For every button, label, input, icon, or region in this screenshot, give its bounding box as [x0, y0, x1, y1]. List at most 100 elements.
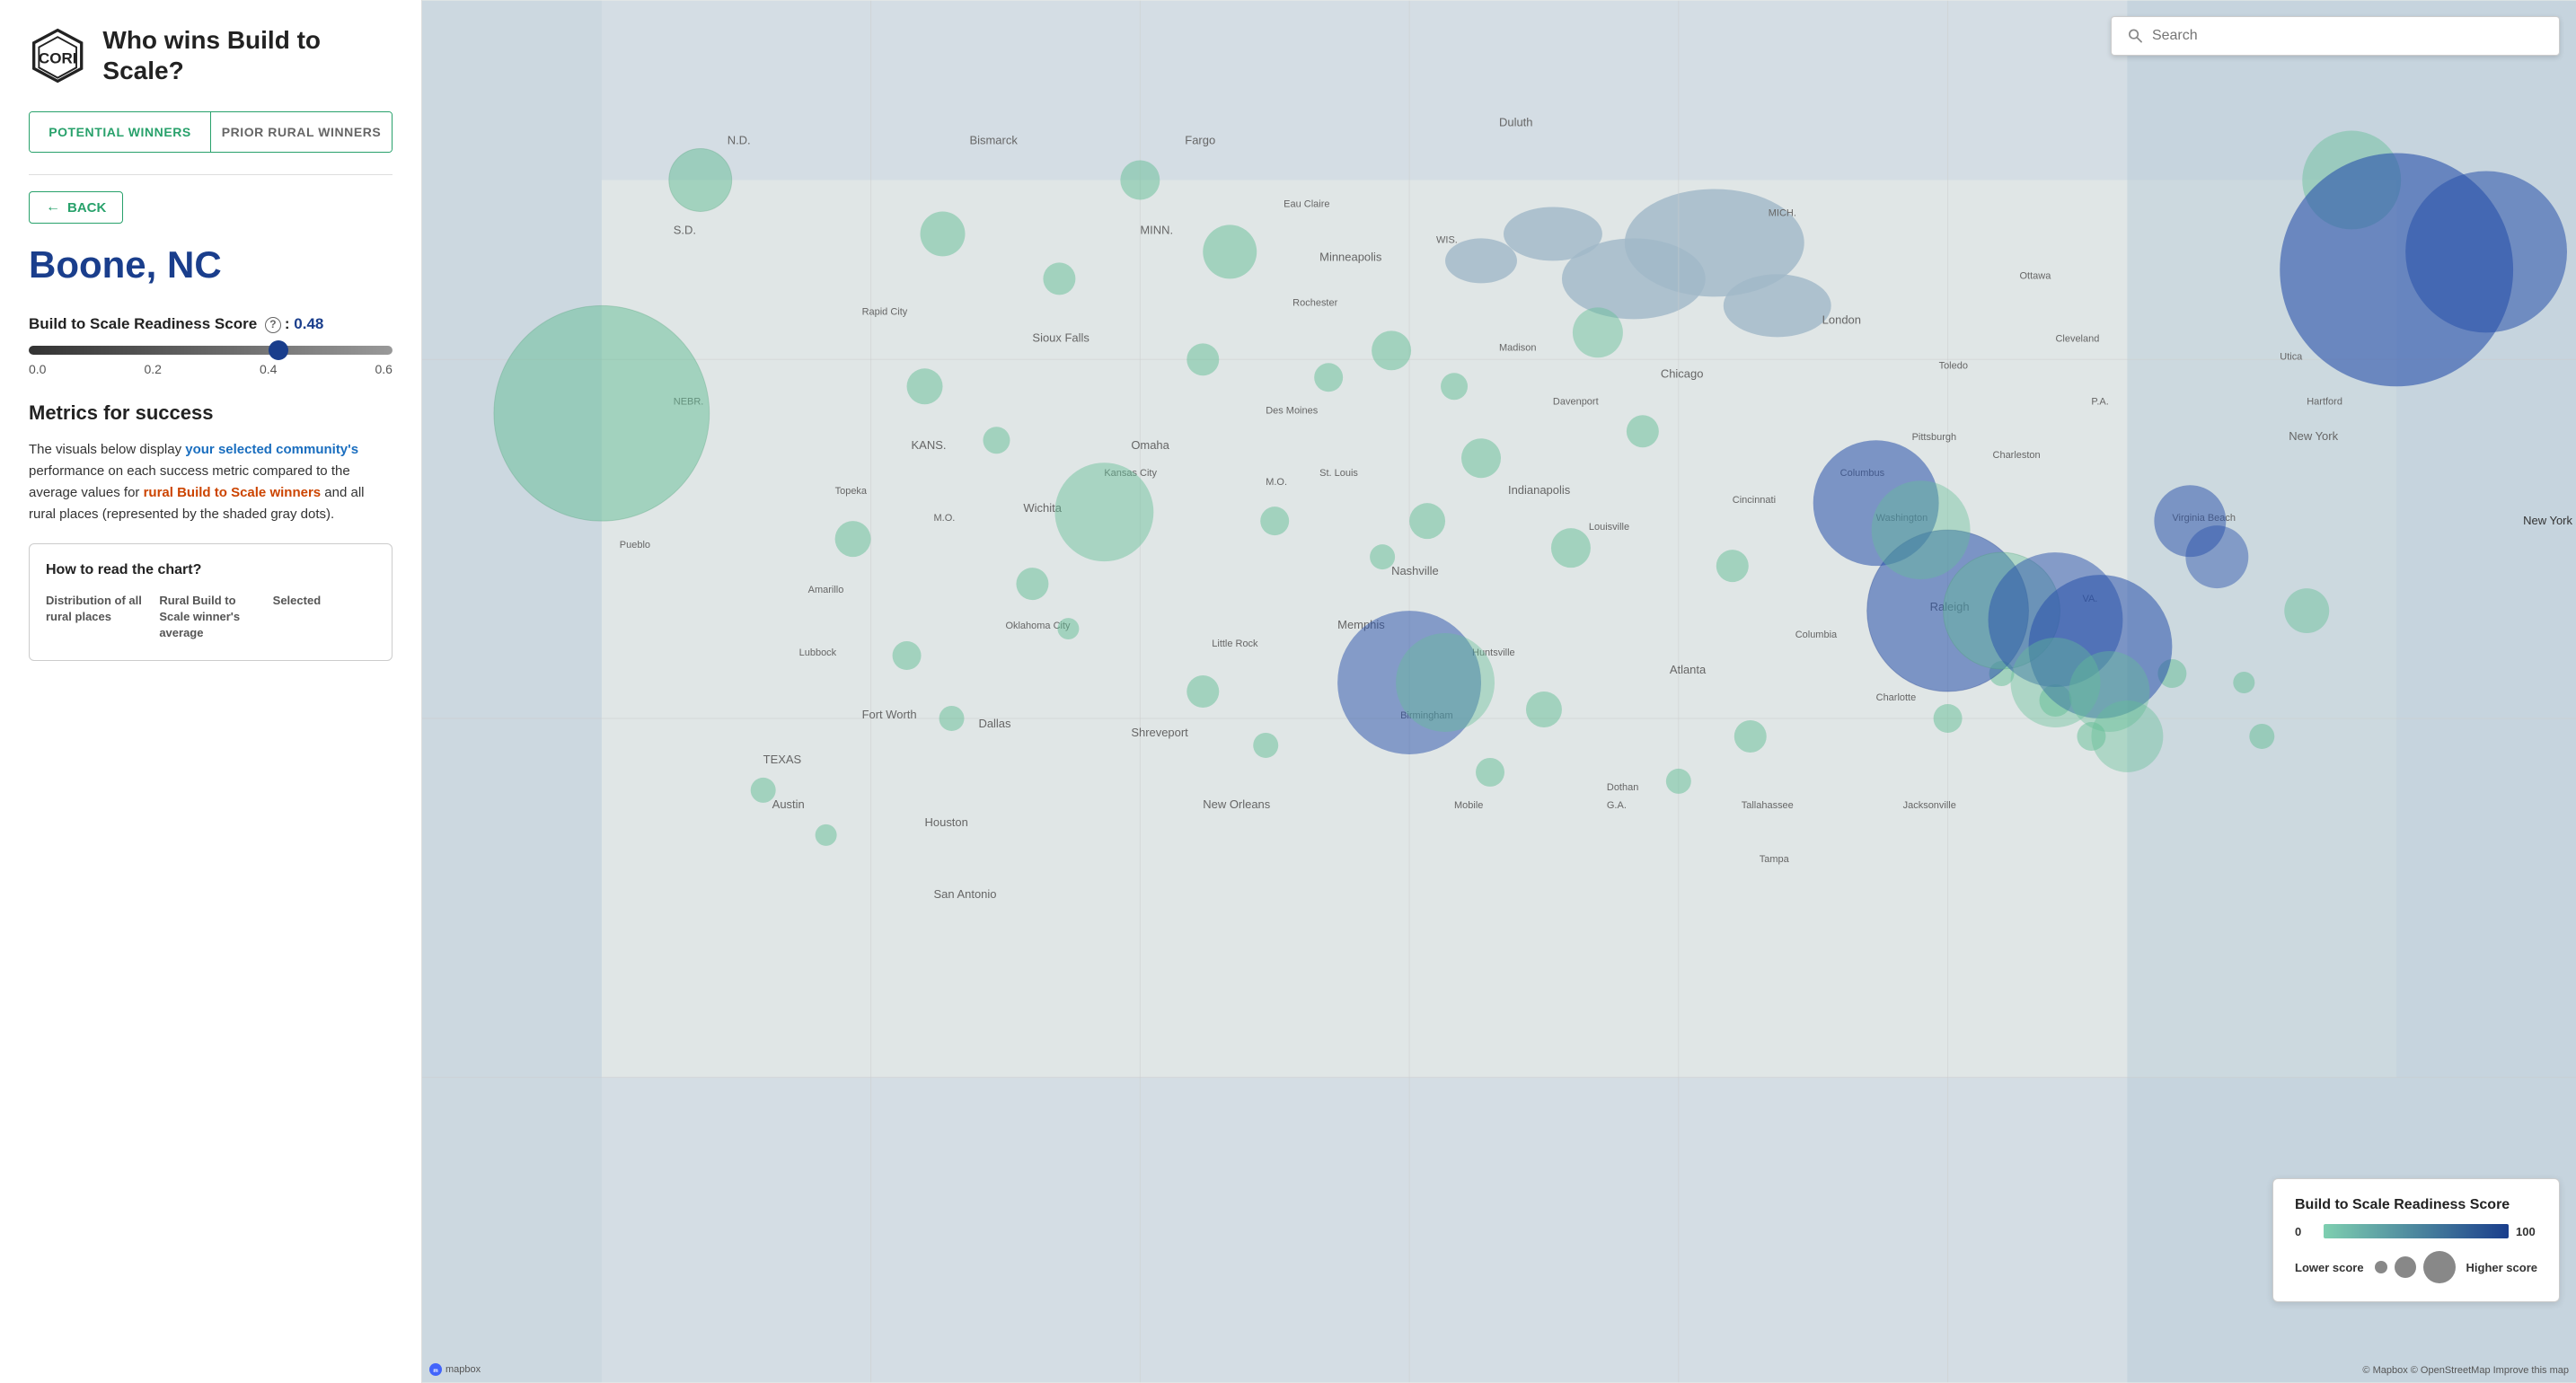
svg-text:Minneapolis: Minneapolis — [1319, 250, 1382, 263]
svg-text:Dallas: Dallas — [978, 717, 1011, 730]
svg-text:S.D.: S.D. — [674, 223, 696, 236]
city-name: Boone, NC — [29, 243, 393, 286]
header-row: CORI Who wins Build to Scale? — [29, 25, 393, 86]
svg-text:London: London — [1822, 313, 1861, 326]
svg-text:Birmingham: Birmingham — [1400, 710, 1453, 721]
svg-text:Memphis: Memphis — [1337, 618, 1385, 631]
tabs-row: POTENTIAL WINNERS PRIOR RURAL WINNERS — [29, 111, 393, 153]
chart-info-col-3: Selected — [273, 593, 375, 642]
legend-dot-large — [2423, 1251, 2456, 1283]
svg-text:Nashville: Nashville — [1391, 564, 1439, 577]
back-label: BACK — [67, 200, 106, 216]
legend-dot-medium — [2395, 1256, 2416, 1278]
svg-text:MINN.: MINN. — [1140, 223, 1173, 236]
svg-text:Chicago: Chicago — [1661, 366, 1704, 380]
svg-text:Rapid City: Rapid City — [862, 306, 908, 317]
legend-size-row: Lower score Higher score — [2295, 1251, 2537, 1283]
new-york-label: New York — [2519, 512, 2576, 529]
search-input[interactable] — [2152, 28, 2543, 44]
app-title: Who wins Build to Scale? — [102, 25, 393, 85]
legend-dots — [2373, 1251, 2457, 1283]
legend-gradient-bar — [2324, 1224, 2509, 1238]
svg-text:VA.: VA. — [2082, 594, 2097, 604]
readiness-slider[interactable] — [29, 346, 393, 355]
back-arrow-icon: ← — [46, 199, 60, 216]
slider-thumb — [269, 340, 288, 360]
svg-text:Pueblo: Pueblo — [620, 540, 650, 551]
svg-text:Utica: Utica — [2280, 351, 2303, 362]
metrics-desc: The visuals below display your selected … — [29, 439, 393, 525]
legend-gradient-row: 0 100 — [2295, 1224, 2537, 1238]
svg-text:Jacksonville: Jacksonville — [1903, 800, 1956, 811]
map-search-bar[interactable] — [2111, 16, 2560, 56]
svg-text:Lubbock: Lubbock — [799, 647, 837, 658]
svg-text:WIS.: WIS. — [1436, 234, 1458, 245]
svg-text:Tallahassee: Tallahassee — [1742, 800, 1794, 811]
mapbox-icon: m — [429, 1363, 442, 1376]
chart-info-cols: Distribution of all rural places Rural B… — [46, 593, 375, 642]
logo-icon: CORI — [29, 25, 86, 86]
svg-text:Eau Claire: Eau Claire — [1284, 198, 1329, 209]
map-background: N.D. Bismarck Fargo Duluth S.D. Eau Clai… — [422, 0, 2576, 1383]
svg-text:Hartford: Hartford — [2307, 396, 2342, 407]
svg-text:M.O.: M.O. — [1266, 477, 1287, 488]
chart-info-title: How to read the chart? — [46, 562, 375, 578]
svg-text:Raleigh: Raleigh — [1930, 600, 1970, 613]
chart-info-box: How to read the chart? Distribution of a… — [29, 543, 393, 661]
legend-min-label: 0 — [2295, 1225, 2316, 1238]
help-icon[interactable]: ? — [265, 317, 281, 333]
slider-tick3: 0.6 — [375, 362, 393, 376]
svg-text:M.O.: M.O. — [934, 513, 956, 524]
legend-size-low-label: Lower score — [2295, 1261, 2364, 1274]
divider-1 — [29, 174, 393, 175]
svg-text:Des Moines: Des Moines — [1266, 405, 1319, 416]
svg-text:Oklahoma City: Oklahoma City — [1005, 621, 1071, 631]
mapbox-logo: m mapbox — [429, 1363, 481, 1376]
svg-text:Houston: Houston — [925, 815, 968, 829]
tab-potential-winners[interactable]: POTENTIAL WINNERS — [30, 112, 210, 152]
svg-text:P.A.: P.A. — [2091, 396, 2108, 407]
svg-text:Virginia Beach: Virginia Beach — [2172, 513, 2236, 524]
svg-text:Dothan: Dothan — [1607, 782, 1638, 793]
svg-text:KANS.: KANS. — [912, 438, 947, 452]
slider-tick2: 0.4 — [260, 362, 277, 376]
svg-text:Charlotte: Charlotte — [1876, 692, 1917, 703]
back-button[interactable]: ← BACK — [29, 191, 123, 224]
svg-text:Columbia: Columbia — [1795, 630, 1838, 640]
svg-text:Wichita: Wichita — [1023, 501, 1062, 515]
slider-labels: 0.0 0.2 0.4 0.6 — [29, 362, 393, 376]
svg-text:Atlanta: Atlanta — [1670, 663, 1707, 676]
svg-text:Bismarck: Bismarck — [969, 134, 1018, 147]
svg-text:Toledo: Toledo — [1939, 360, 1968, 371]
legend-dot-small — [2375, 1261, 2387, 1273]
svg-text:San Antonio: San Antonio — [934, 887, 997, 901]
score-label: Build to Scale Readiness Score ?: 0.48 — [29, 315, 393, 333]
slider-min: 0.0 — [29, 362, 46, 376]
search-icon — [2128, 28, 2143, 44]
community-link: your selected community's — [185, 442, 358, 457]
svg-text:MICH.: MICH. — [1769, 207, 1796, 218]
tab-prior-rural-winners[interactable]: PRIOR RURAL WINNERS — [210, 112, 392, 152]
svg-text:TEXAS: TEXAS — [763, 753, 802, 766]
svg-text:Kansas City: Kansas City — [1104, 468, 1157, 479]
svg-text:Pittsburgh: Pittsburgh — [1912, 432, 1956, 443]
svg-text:Ottawa: Ottawa — [2020, 270, 2052, 281]
chart-info-col-2: Rural Build to Scale winner's average — [159, 593, 261, 642]
rural-link: rural Build to Scale winners — [144, 485, 322, 500]
svg-text:Rochester: Rochester — [1292, 297, 1337, 308]
svg-text:Sioux Falls: Sioux Falls — [1032, 330, 1090, 344]
svg-text:Indianapolis: Indianapolis — [1508, 483, 1571, 497]
svg-text:Madison: Madison — [1499, 342, 1537, 353]
svg-text:m: m — [433, 1369, 437, 1374]
svg-text:CORI: CORI — [39, 50, 77, 67]
slider-track — [29, 346, 393, 355]
svg-text:Topeka: Topeka — [835, 486, 868, 497]
svg-text:Charleston: Charleston — [1993, 450, 2041, 461]
svg-text:Washington: Washington — [1876, 513, 1928, 524]
svg-text:New Orleans: New Orleans — [1203, 797, 1270, 811]
svg-text:Tampa: Tampa — [1760, 854, 1790, 865]
map-legend: Build to Scale Readiness Score 0 100 Low… — [2272, 1178, 2560, 1302]
legend-title: Build to Scale Readiness Score — [2295, 1197, 2537, 1213]
metrics-title: Metrics for success — [29, 401, 393, 425]
svg-text:Mobile: Mobile — [1454, 800, 1483, 811]
